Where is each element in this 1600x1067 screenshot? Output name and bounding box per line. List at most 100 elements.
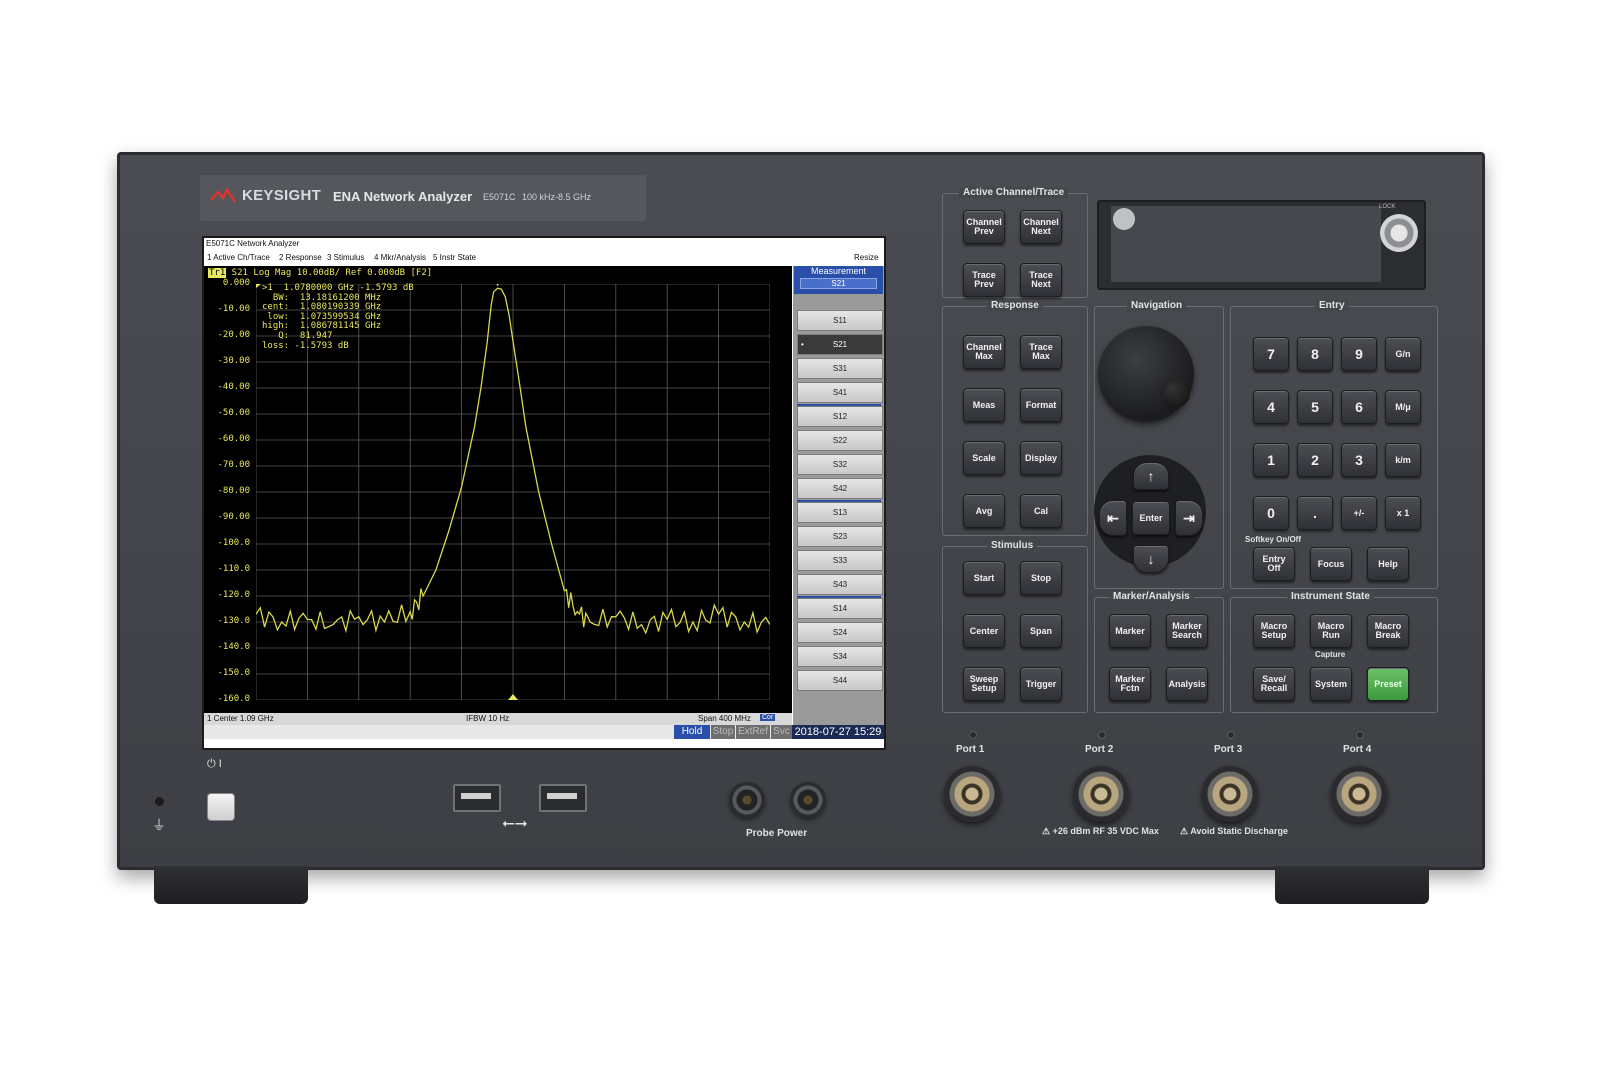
port-1-label: Port 1 [956,744,985,755]
marker-search-key[interactable]: Marker Search [1166,614,1208,648]
span-key[interactable]: Span [1020,614,1062,648]
trace-prev-key[interactable]: Trace Prev [963,263,1005,297]
entry-key-4[interactable]: 4 [1253,390,1289,424]
softkey-s41[interactable]: S41 [797,382,883,403]
port-2-connector[interactable] [1073,766,1129,822]
scale-key[interactable]: Scale [963,441,1005,475]
esd-icon: ⚠ [1180,826,1191,836]
softkey-s24[interactable]: S24 [797,622,883,643]
trigger-key[interactable]: Trigger [1020,667,1062,701]
entry-key-plus-minus[interactable]: +/- [1341,496,1377,530]
menu-stimulus[interactable]: 3 Stimulus [327,253,364,262]
resize-button[interactable]: Resize [854,253,878,262]
ground-jack[interactable] [155,797,164,806]
help-key[interactable]: Help [1367,547,1409,581]
meas-key[interactable]: Meas [963,388,1005,422]
softkey-s43[interactable]: S43 [797,574,883,595]
stop-key[interactable]: Stop [1020,561,1062,595]
usb-port-1[interactable] [453,784,501,812]
cal-key[interactable]: Cal [1020,494,1062,528]
macro-setup-key[interactable]: Macro Setup [1253,614,1295,648]
format-key[interactable]: Format [1020,388,1062,422]
active-channel-label: Active Channel/Trace [959,187,1069,198]
entry-off-key[interactable]: Entry Off [1253,547,1295,581]
save-recall-key[interactable]: Save/ Recall [1253,667,1295,701]
marker-readout: >1 1.0780000 GHz -1.5793 dB BW: 13.18161… [262,283,414,351]
avg-key[interactable]: Avg [963,494,1005,528]
softkey-s31[interactable]: S31 [797,358,883,379]
marker-fctn-key[interactable]: Marker Fctn [1109,667,1151,701]
softkey-s33[interactable]: S33 [797,550,883,571]
probe-power-jack-2[interactable] [790,782,826,818]
port-3-connector[interactable] [1202,766,1258,822]
entry-key-m-u[interactable]: M/μ [1385,390,1421,424]
macro-break-key[interactable]: Macro Break [1367,614,1409,648]
channel-prev-key[interactable]: Channel Prev [963,210,1005,244]
right-foot [1275,866,1429,904]
softkey-s23[interactable]: S23 [797,526,883,547]
trace-max-key[interactable]: Trace Max [1020,335,1062,369]
softkey-s42[interactable]: S42 [797,478,883,499]
entry-key-3[interactable]: 3 [1341,443,1377,477]
warning-triangle-icon: ⚠ [1042,826,1053,836]
entry-key-7[interactable]: 7 [1253,337,1289,371]
drive-slot [1111,206,1381,282]
softkey-s13[interactable]: S13 [797,502,883,523]
rotary-knob[interactable] [1098,326,1194,422]
nav-right-key[interactable]: ⇥ [1175,500,1203,536]
center-frequency-arrow [508,694,518,700]
analysis-key[interactable]: Analysis [1166,667,1208,701]
lock-icon[interactable] [1380,214,1418,252]
menu-active-ch-trace[interactable]: 1 Active Ch/Trace [207,253,270,262]
start-key[interactable]: Start [963,561,1005,595]
probe-power-jack-1[interactable] [729,782,765,818]
entry-key-x1[interactable]: x 1 [1385,496,1421,530]
entry-key-5[interactable]: 5 [1297,390,1333,424]
system-key[interactable]: System [1310,667,1352,701]
center-key[interactable]: Center [963,614,1005,648]
softkey-s34[interactable]: S34 [797,646,883,667]
nav-up-key[interactable]: ↑ [1133,462,1169,490]
menu-response[interactable]: 2 Response [279,253,322,262]
softkey-s12[interactable]: S12 [797,406,883,427]
nav-down-key[interactable]: ↓ [1133,545,1169,573]
softkey-s22[interactable]: S22 [797,430,883,451]
softkey-s14[interactable]: S14 [797,598,883,619]
usb-port-2[interactable] [539,784,587,812]
current-measurement: S21 [800,278,877,289]
softkey-s44[interactable]: S44 [797,670,883,691]
entry-key-2[interactable]: 2 [1297,443,1333,477]
focus-key[interactable]: Focus [1310,547,1352,581]
nav-left-key[interactable]: ⇤ [1099,500,1127,536]
softkey-s11[interactable]: S11 [797,310,883,331]
softkey-menu: Measurement S21 S11 S21 S31 S41 S12 S22 S32 S42… [793,266,884,725]
macro-run-key[interactable]: Macro Run [1310,614,1352,648]
entry-key-9[interactable]: 9 [1341,337,1377,371]
preset-key[interactable]: Preset [1367,667,1409,701]
entry-key-6[interactable]: 6 [1341,390,1377,424]
entry-key-0[interactable]: 0 [1253,496,1289,530]
channel-max-key[interactable]: Channel Max [963,335,1005,369]
port-1-connector[interactable] [944,766,1000,822]
display-key[interactable]: Display [1020,441,1062,475]
menu-instr-state[interactable]: 5 Instr State [433,253,476,262]
softkey-s32[interactable]: S32 [797,454,883,475]
port-4-connector[interactable] [1331,766,1387,822]
trace-next-key[interactable]: Trace Next [1020,263,1062,297]
sweep-setup-key[interactable]: Sweep Setup [963,667,1005,701]
port-2-label: Port 2 [1085,744,1114,755]
entry-key-dot[interactable]: . [1297,496,1333,530]
menu-mkr-analysis[interactable]: 4 Mkr/Analysis [374,253,426,262]
entry-key-g-n[interactable]: G/n [1385,337,1421,371]
softkey-s21[interactable]: S21 [797,334,883,355]
channel-next-key[interactable]: Channel Next [1020,210,1062,244]
marker-readout-line: loss: -1.5793 dB [262,340,349,351]
entry-key-8[interactable]: 8 [1297,337,1333,371]
marker-key[interactable]: Marker [1109,614,1151,648]
softkey-onoff-label: Softkey On/Off [1245,535,1302,544]
entry-key-k-m[interactable]: k/m [1385,443,1421,477]
power-button[interactable] [207,793,235,821]
enter-key[interactable]: Enter [1132,501,1170,535]
entry-key-1[interactable]: 1 [1253,443,1289,477]
y-tick-label: -50.00 [217,408,250,418]
